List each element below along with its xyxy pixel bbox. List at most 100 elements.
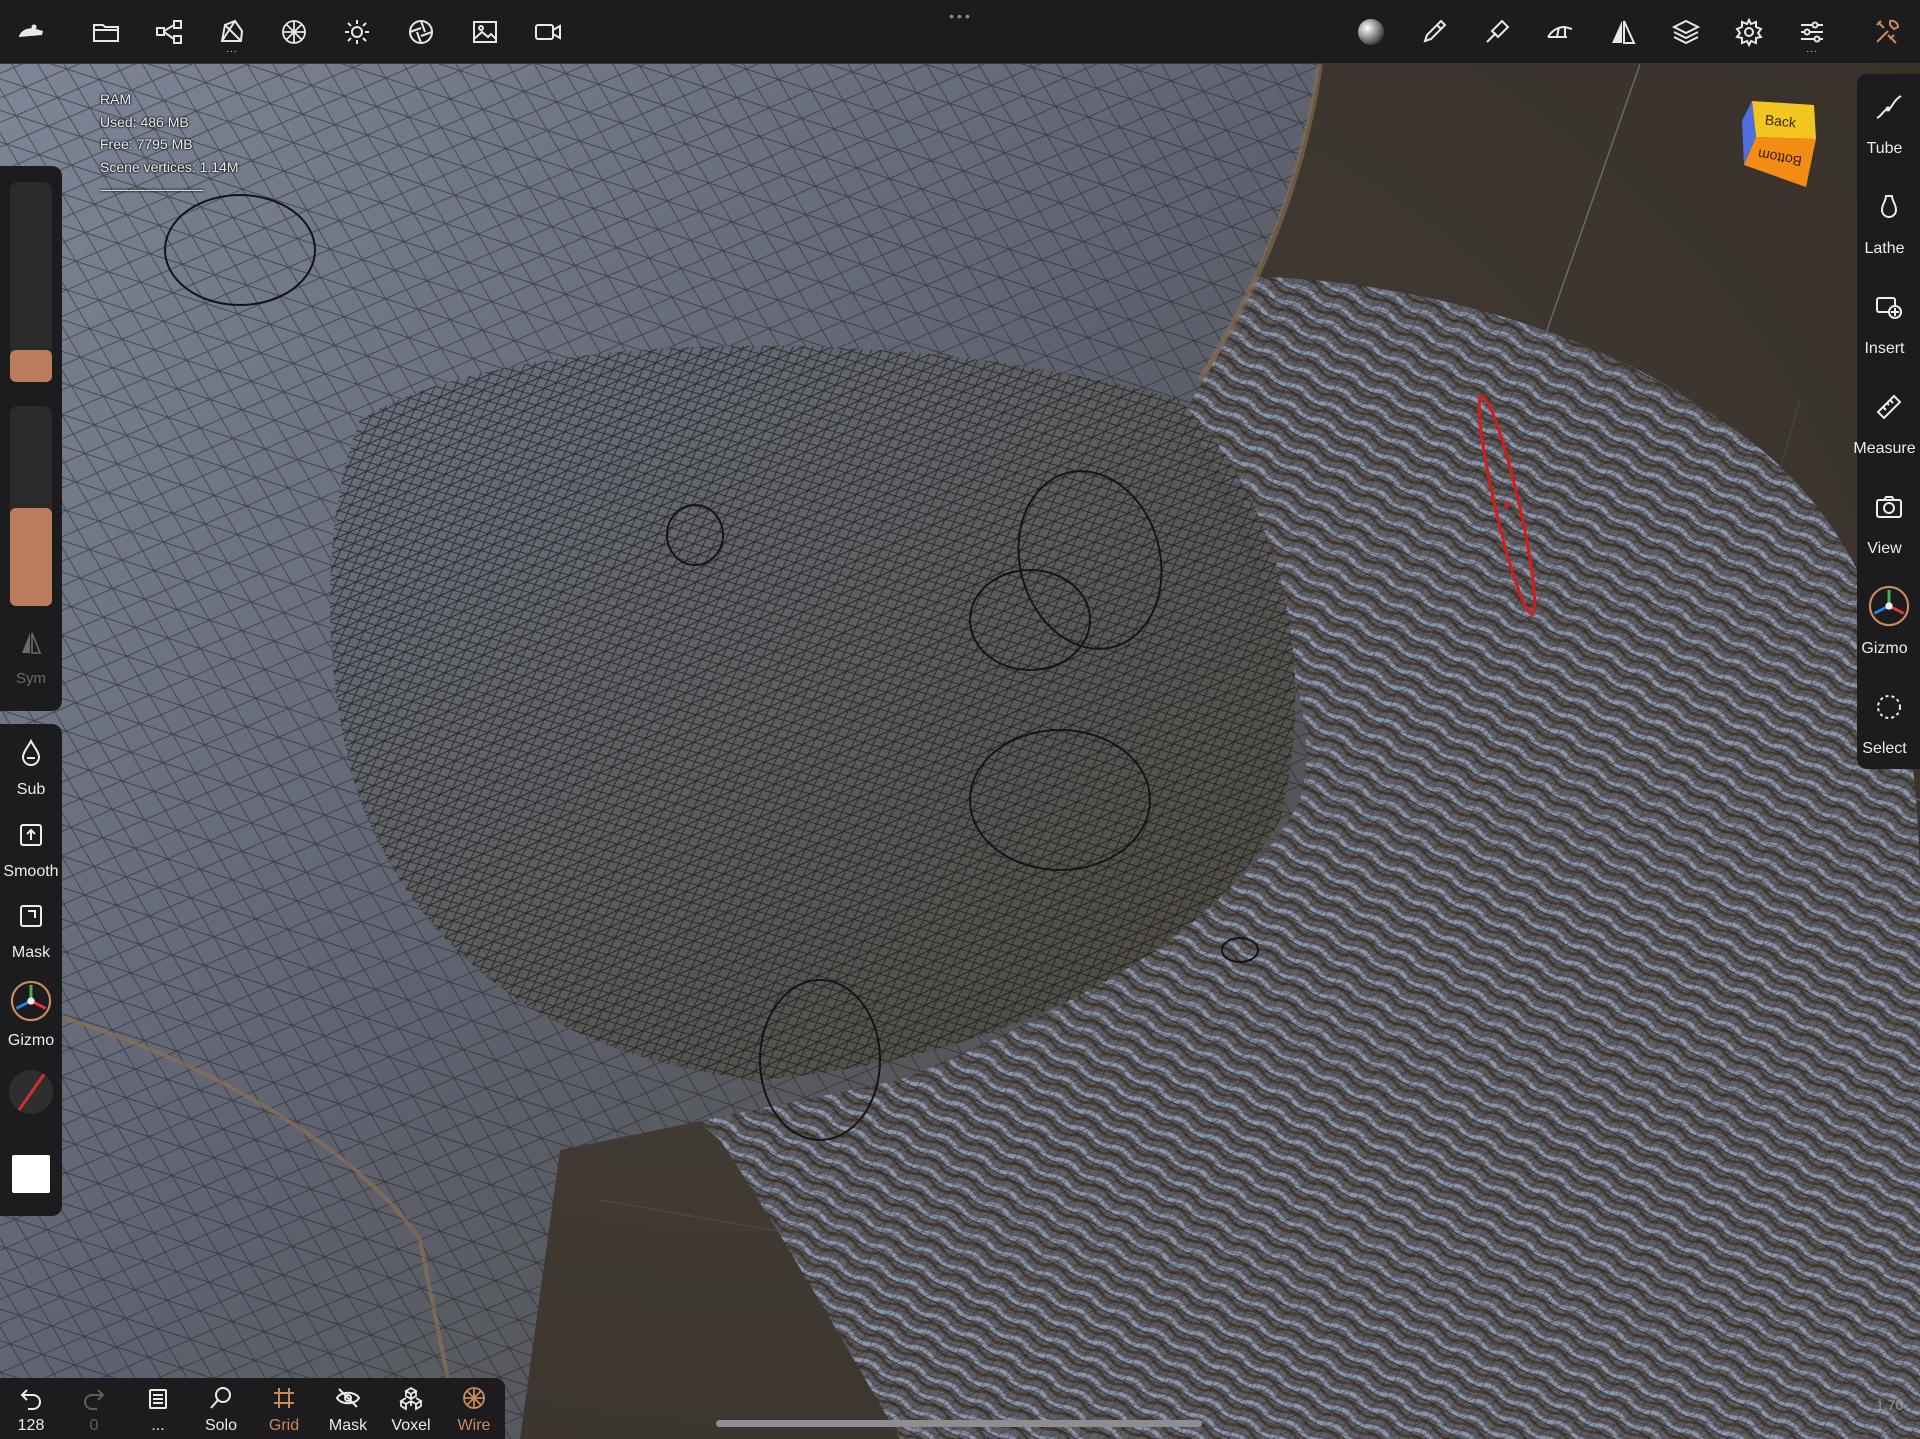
view-label: View: [1867, 540, 1902, 557]
gizmo-button[interactable]: Gizmo: [0, 976, 62, 1054]
eye-hidden-icon: [335, 1388, 361, 1408]
wrench-icon[interactable]: [1863, 8, 1911, 56]
3d-viewport[interactable]: [0, 0, 1920, 1439]
solo-button[interactable]: Solo: [190, 1378, 252, 1439]
ruler-icon: [1876, 394, 1902, 420]
lasso-icon: [1877, 695, 1901, 719]
lathe-label: Lathe: [1864, 240, 1905, 257]
insert-icon: [1876, 297, 1902, 319]
mask-visibility-button[interactable]: Mask: [317, 1378, 379, 1439]
fill-color-swatch[interactable]: [12, 1155, 50, 1193]
sub-button[interactable]: Sub: [0, 730, 62, 808]
stroke-color-swatch[interactable]: [9, 1070, 53, 1114]
left-tools-panel: Sub Smooth Mask Gizmo: [0, 724, 62, 1216]
lathe-icon: [1880, 195, 1898, 218]
wire-icon: [463, 1387, 485, 1409]
bottom-toolbar: 128 0 ... Solo Grid Mask Voxel Wire: [0, 1378, 505, 1439]
ram-free: Free: 7795 MB: [100, 136, 193, 152]
home-indicator[interactable]: [716, 1420, 1202, 1427]
measure-button[interactable]: Measure: [1853, 374, 1920, 474]
intensity-slider-fill: [10, 508, 52, 606]
image-icon[interactable]: [461, 8, 509, 56]
view-cube[interactable]: Back Bottom: [1734, 95, 1820, 191]
sliders-icon[interactable]: ...: [1788, 8, 1836, 56]
stats-separator: ----------------------------: [100, 181, 204, 197]
video-icon[interactable]: [524, 8, 572, 56]
folder-icon[interactable]: [82, 8, 130, 56]
select-button[interactable]: Select: [1857, 674, 1920, 774]
solo-label: Solo: [204, 1417, 238, 1434]
undo-count: 128: [17, 1417, 45, 1434]
smooth-icon: [20, 824, 42, 846]
layers-more: ...: [151, 1417, 165, 1434]
layers-icon[interactable]: [1662, 8, 1710, 56]
mask-visibility-label: Mask: [328, 1417, 368, 1434]
share-icon[interactable]: [145, 8, 193, 56]
wire-button[interactable]: Wire: [443, 1378, 505, 1439]
camera-icon: [1876, 496, 1902, 518]
undo-icon: [20, 1389, 41, 1410]
paint-icon[interactable]: [1473, 8, 1521, 56]
tube-button[interactable]: Tube: [1857, 74, 1920, 174]
layers-list-button[interactable]: ...: [127, 1378, 189, 1439]
mesh-icon[interactable]: ...: [208, 8, 256, 56]
grid-label: Grid: [268, 1417, 300, 1434]
gizmo-button-right[interactable]: Gizmo: [1857, 574, 1920, 674]
camera-shutter-icon[interactable]: [397, 8, 445, 56]
matcap-sphere-icon[interactable]: [1347, 8, 1395, 56]
sub-label: Sub: [16, 781, 46, 798]
gizmo-label: Gizmo: [7, 1032, 55, 1049]
radius-slider-fill: [10, 350, 52, 382]
stats-overlay: RAM Used: 486 MB Free: 7795 MB Scene ver…: [100, 88, 239, 201]
insert-button[interactable]: Insert: [1857, 274, 1920, 374]
version-label: 1.70: [1876, 1397, 1904, 1413]
voxel-label: Voxel: [391, 1417, 431, 1434]
redo-button[interactable]: 0: [63, 1378, 125, 1439]
mask-icon: [20, 905, 42, 927]
redo-count: 0: [89, 1417, 99, 1434]
smooth-button[interactable]: Smooth: [0, 812, 62, 890]
symmetry-icon[interactable]: [1599, 8, 1647, 56]
gizmo-icon: [10, 980, 52, 1022]
mesh-more-dots: ...: [226, 44, 238, 55]
select-label: Select: [1862, 740, 1907, 757]
sym-label: Sym: [16, 670, 46, 687]
light-icon[interactable]: [333, 8, 381, 56]
gizmo-label-right: Gizmo: [1861, 640, 1908, 657]
sym-button[interactable]: Sym: [0, 620, 62, 692]
solo-search-icon: [210, 1387, 231, 1409]
ram-used: Used: 486 MB: [100, 113, 189, 130]
gizmo-icon: [1868, 585, 1910, 627]
mask-label: Mask: [11, 944, 51, 961]
settings-icon[interactable]: [1725, 8, 1773, 56]
top-toolbar: ... ••• ...: [0, 0, 1920, 63]
grid-icon: [274, 1388, 294, 1408]
brush-icon[interactable]: [1410, 8, 1458, 56]
tube-label: Tube: [1866, 140, 1903, 157]
symmetry-icon: [22, 632, 42, 654]
smooth-label: Smooth: [3, 863, 59, 880]
voxel-button[interactable]: Voxel: [380, 1378, 442, 1439]
scene-icon[interactable]: [7, 8, 55, 56]
voxel-icon: [399, 1386, 423, 1411]
wire-label: Wire: [457, 1417, 491, 1434]
drag-handle[interactable]: •••: [944, 8, 978, 24]
material-icon[interactable]: [270, 8, 318, 56]
measure-label: Measure: [1853, 440, 1916, 457]
undo-button[interactable]: 128: [0, 1378, 62, 1439]
layers-list-icon: [149, 1389, 167, 1409]
insert-label: Insert: [1864, 340, 1905, 357]
view-button[interactable]: View: [1857, 474, 1920, 574]
cube-back-face: Back: [1764, 111, 1798, 130]
no-stroke-slash: [14, 1070, 50, 1114]
tube-icon: [1876, 95, 1902, 119]
grid-button[interactable]: Grid: [253, 1378, 315, 1439]
scene-vertices: Scene vertices: 1.14M: [100, 158, 239, 175]
drop-icon: [21, 738, 41, 766]
mask-button[interactable]: Mask: [0, 893, 62, 971]
lathe-button[interactable]: Lathe: [1857, 174, 1920, 274]
redo-icon: [84, 1389, 105, 1410]
tools-icon[interactable]: [1536, 8, 1584, 56]
ram-label: RAM: [100, 91, 132, 107]
right-tools-panel: Tube Lathe Insert Measure View Gizmo Sel…: [1853, 74, 1920, 769]
